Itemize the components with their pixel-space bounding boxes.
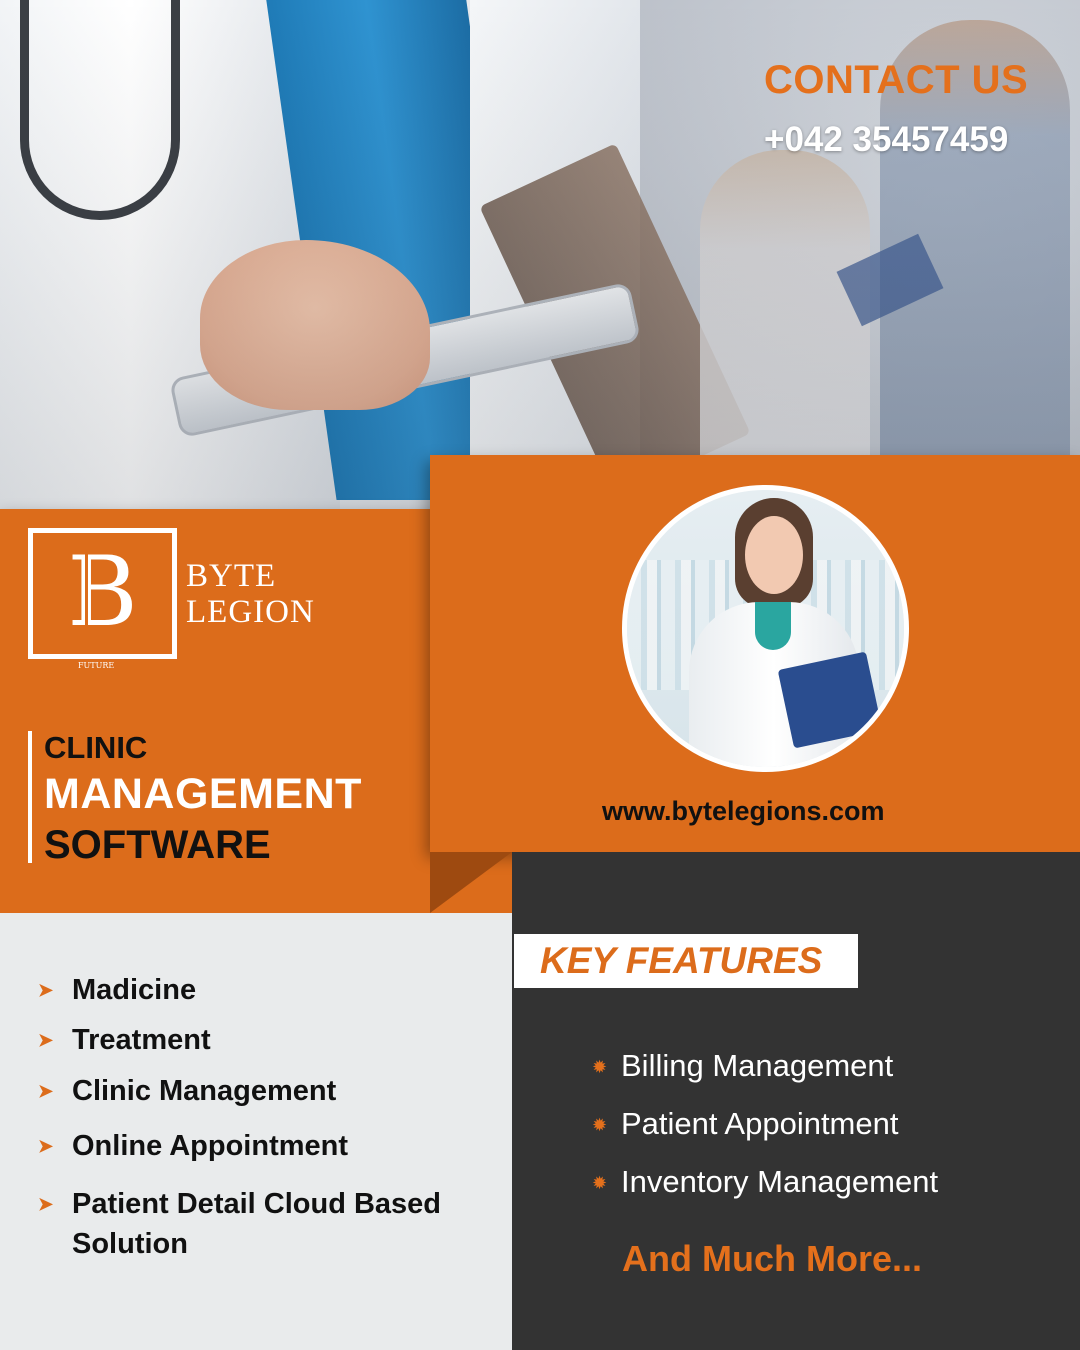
arrow-right-icon: ➤ [38,1194,54,1214]
product-title-line3: SOFTWARE [44,823,271,867]
list-item: ✹ Billing Management [592,1046,938,1086]
arrow-right-icon: ➤ [38,1081,54,1101]
arrow-right-icon: ➤ [38,1030,54,1050]
list-item: ➤ Patient Detail Cloud Based Solution [38,1184,488,1264]
key-features-heading: KEY FEATURES [540,940,823,981]
logo-tagline: FUTURE [78,661,115,670]
and-much-more-text: And Much More... [622,1238,922,1279]
product-title-line2: MANAGEMENT [44,770,362,818]
website-link[interactable]: www.bytelegions.com [602,796,885,827]
list-item: ➤ Clinic Management [38,1071,488,1111]
title-accent-bar [28,731,32,863]
features-list: ✹ Billing Management ✹ Patient Appointment… [592,1046,938,1220]
starburst-bullet-icon: ✹ [592,1057,608,1077]
services-list: ➤ Madicine ➤ Treatment ➤ Clinic Management … [38,970,488,1264]
list-item: ➤ Online Appointment [38,1126,488,1166]
product-title-line1: CLINIC [44,730,148,765]
arrow-right-icon: ➤ [38,980,54,1000]
brand-name-line2: LEGION [186,594,315,630]
doctor-portrait [622,485,909,772]
list-item: ✹ Inventory Management [592,1162,938,1202]
brand-name-line1: BYTE [186,558,277,594]
list-item: ➤ Madicine [38,970,488,1010]
logo-letter: B [33,537,172,647]
list-item: ➤ Treatment [38,1020,488,1060]
starburst-bullet-icon: ✹ [592,1173,608,1193]
brand-logo: B [28,528,177,659]
contact-phone[interactable]: +042 35457459 [764,120,1008,160]
brand-name: BYTE LEGION [186,558,315,630]
contact-heading: CONTACT US [764,58,1029,102]
panel-fold-shadow [430,852,512,913]
list-item: ✹ Patient Appointment [592,1104,938,1144]
arrow-right-icon: ➤ [38,1136,54,1156]
starburst-bullet-icon: ✹ [592,1115,608,1135]
